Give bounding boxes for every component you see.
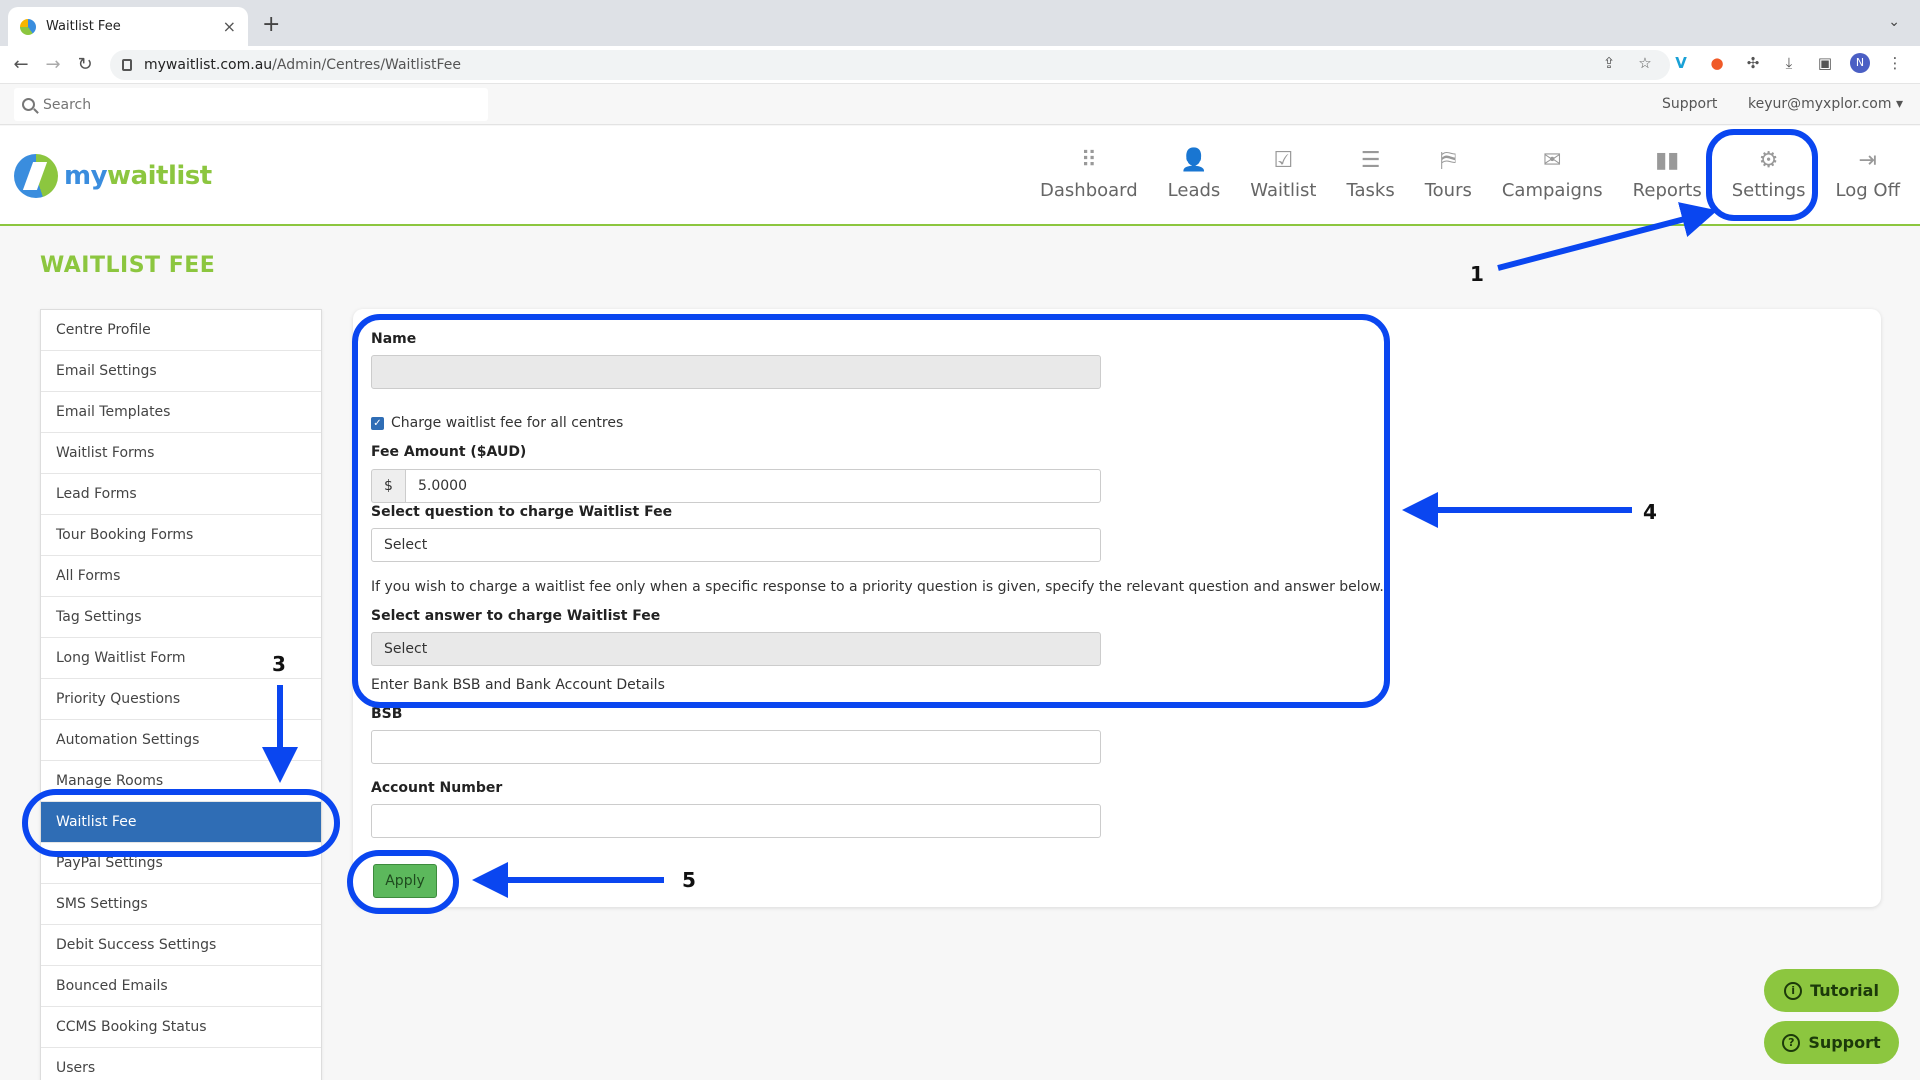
- logo-mark-icon: [14, 154, 58, 198]
- lock-icon: [122, 59, 132, 71]
- logo-text: mywaitlist: [64, 161, 212, 191]
- nav-reports[interactable]: ▮▮ Reports: [1633, 148, 1702, 201]
- nav-tasks[interactable]: ☰ Tasks: [1346, 148, 1394, 201]
- nav-dashboard[interactable]: ⠿ Dashboard: [1040, 148, 1138, 201]
- sidebar-item[interactable]: Waitlist Forms: [41, 433, 321, 474]
- sidebar-item[interactable]: CCMS Booking Status: [41, 1007, 321, 1048]
- sidebar-item[interactable]: Bounced Emails: [41, 966, 321, 1007]
- caret-down-icon: ▾: [1895, 96, 1903, 112]
- annotation-number-4: 4: [1643, 500, 1657, 524]
- sidebar-item[interactable]: Tag Settings: [41, 597, 321, 638]
- site-favicon-icon: [20, 18, 36, 35]
- annotation-number-5: 5: [682, 868, 696, 892]
- nav-label: Reports: [1632, 180, 1702, 201]
- tutorial-label: Tutorial: [1810, 981, 1879, 1000]
- dashboard-icon: ⠿: [1080, 148, 1097, 173]
- sidebar-item[interactable]: Users: [41, 1048, 321, 1080]
- app-top-bar: Support keyur@myxplor.com ▾: [0, 85, 1920, 125]
- sidebar-item[interactable]: All Forms: [41, 556, 321, 597]
- sidebar-item[interactable]: Lead Forms: [41, 474, 321, 515]
- info-icon: i: [1784, 981, 1803, 1000]
- nav-label: Log Off: [1835, 180, 1900, 201]
- sidebar-item[interactable]: SMS Settings: [41, 884, 321, 925]
- browser-toolbar: ← → ↻ mywaitlist.com.au/Admin/Centres/Wa…: [0, 46, 1920, 84]
- sidebar-item[interactable]: Tour Booking Forms: [41, 515, 321, 556]
- annotation-form-highlight: [352, 314, 1390, 708]
- bsb-label: BSB: [371, 706, 403, 722]
- nav-tours[interactable]: ⛿ Tours: [1425, 148, 1472, 201]
- app-header: mywaitlist ⠿ Dashboard 👤 Leads ☑ Waitlist ☰…: [0, 126, 1920, 226]
- nav-label: Tours: [1424, 180, 1472, 201]
- forward-arrow-icon[interactable]: →: [40, 52, 66, 78]
- sidebar-item[interactable]: Email Templates: [41, 392, 321, 433]
- add-user-icon: 👤: [1180, 148, 1208, 173]
- logo-text-waitlist: waitlist: [107, 161, 212, 191]
- sidebar-item[interactable]: Automation Settings: [41, 720, 321, 761]
- share-icon[interactable]: ⇪: [1598, 52, 1620, 74]
- vimeo-extension-icon[interactable]: V: [1670, 52, 1692, 74]
- nav-campaigns[interactable]: ✉ Campaigns: [1502, 148, 1603, 201]
- annotation-apply-highlight: [347, 850, 459, 914]
- inbox-check-icon: ☑: [1273, 148, 1294, 173]
- nav-label: Tasks: [1346, 180, 1395, 201]
- nav-leads[interactable]: 👤 Leads: [1168, 148, 1221, 201]
- side-panel-icon[interactable]: ▣: [1814, 52, 1836, 74]
- browser-extensions: ⇪ ☆ V ● ✣ ⤓ ▣ N ⋮: [1598, 52, 1906, 74]
- logout-icon: ⇥: [1858, 148, 1877, 173]
- address-bar[interactable]: mywaitlist.com.au/Admin/Centres/Waitlist…: [110, 50, 1670, 80]
- map-icon: ⛿: [1440, 148, 1457, 173]
- browser-tab-bar: Waitlist Fee × + ⌄: [0, 0, 1920, 46]
- nav-label: Waitlist: [1250, 180, 1317, 201]
- user-email: keyur@myxplor.com: [1748, 96, 1892, 112]
- nav-log-off[interactable]: ⇥ Log Off: [1836, 148, 1900, 201]
- search-input[interactable]: [43, 96, 463, 113]
- floating-support-button[interactable]: ? Support: [1764, 1021, 1899, 1064]
- bar-chart-icon: ▮▮: [1655, 148, 1680, 173]
- settings-sidebar: Centre Profile Email Settings Email Templa…: [40, 309, 322, 1080]
- search-box[interactable]: [14, 88, 488, 121]
- list-icon: ☰: [1360, 148, 1381, 173]
- help-icon: ?: [1782, 1033, 1801, 1052]
- annotation-waitlist-fee-highlight: [22, 789, 340, 857]
- mail-check-icon: ✉: [1543, 148, 1562, 173]
- tab-title: Waitlist Fee: [46, 19, 121, 34]
- profile-avatar[interactable]: N: [1850, 53, 1870, 73]
- sidebar-item[interactable]: Centre Profile: [41, 310, 321, 351]
- nav-label: Dashboard: [1040, 180, 1138, 201]
- annotation-number-1: 1: [1470, 262, 1484, 286]
- extension-red-icon[interactable]: ●: [1706, 52, 1728, 74]
- new-tab-button[interactable]: +: [262, 12, 280, 37]
- bsb-input[interactable]: [371, 730, 1101, 764]
- sidebar-item[interactable]: Email Settings: [41, 351, 321, 392]
- close-tab-icon[interactable]: ×: [223, 17, 236, 36]
- logo-text-my: my: [64, 161, 108, 191]
- bookmark-star-icon[interactable]: ☆: [1634, 52, 1656, 74]
- back-arrow-icon[interactable]: ←: [8, 52, 34, 78]
- nav-waitlist[interactable]: ☑ Waitlist: [1250, 148, 1316, 201]
- url-host: mywaitlist.com.au: [144, 57, 273, 73]
- user-menu[interactable]: keyur@myxplor.com ▾: [1748, 96, 1903, 112]
- tab-search-chevron-icon[interactable]: ⌄: [1888, 14, 1900, 30]
- support-label: Support: [1808, 1033, 1881, 1052]
- page-title: WAITLIST FEE: [40, 253, 216, 278]
- browser-tab[interactable]: Waitlist Fee ×: [8, 7, 248, 46]
- reload-icon[interactable]: ↻: [72, 52, 98, 78]
- account-number-label: Account Number: [371, 780, 503, 796]
- sidebar-item[interactable]: Debit Success Settings: [41, 925, 321, 966]
- annotation-settings-highlight: [1706, 129, 1818, 221]
- browser-menu-icon[interactable]: ⋮: [1884, 52, 1906, 74]
- annotation-number-3: 3: [272, 652, 286, 676]
- puzzle-extensions-icon[interactable]: ✣: [1742, 52, 1764, 74]
- support-link[interactable]: Support: [1662, 96, 1717, 112]
- nav-label: Campaigns: [1501, 180, 1603, 201]
- search-icon: [22, 98, 35, 111]
- sidebar-item[interactable]: Priority Questions: [41, 679, 321, 720]
- account-number-input[interactable]: [371, 804, 1101, 838]
- download-icon[interactable]: ⤓: [1778, 52, 1800, 74]
- url-path: /Admin/Centres/WaitlistFee: [272, 57, 462, 73]
- tutorial-button[interactable]: i Tutorial: [1764, 969, 1899, 1012]
- nav-label: Leads: [1167, 180, 1221, 201]
- mywaitlist-logo[interactable]: mywaitlist: [14, 154, 212, 198]
